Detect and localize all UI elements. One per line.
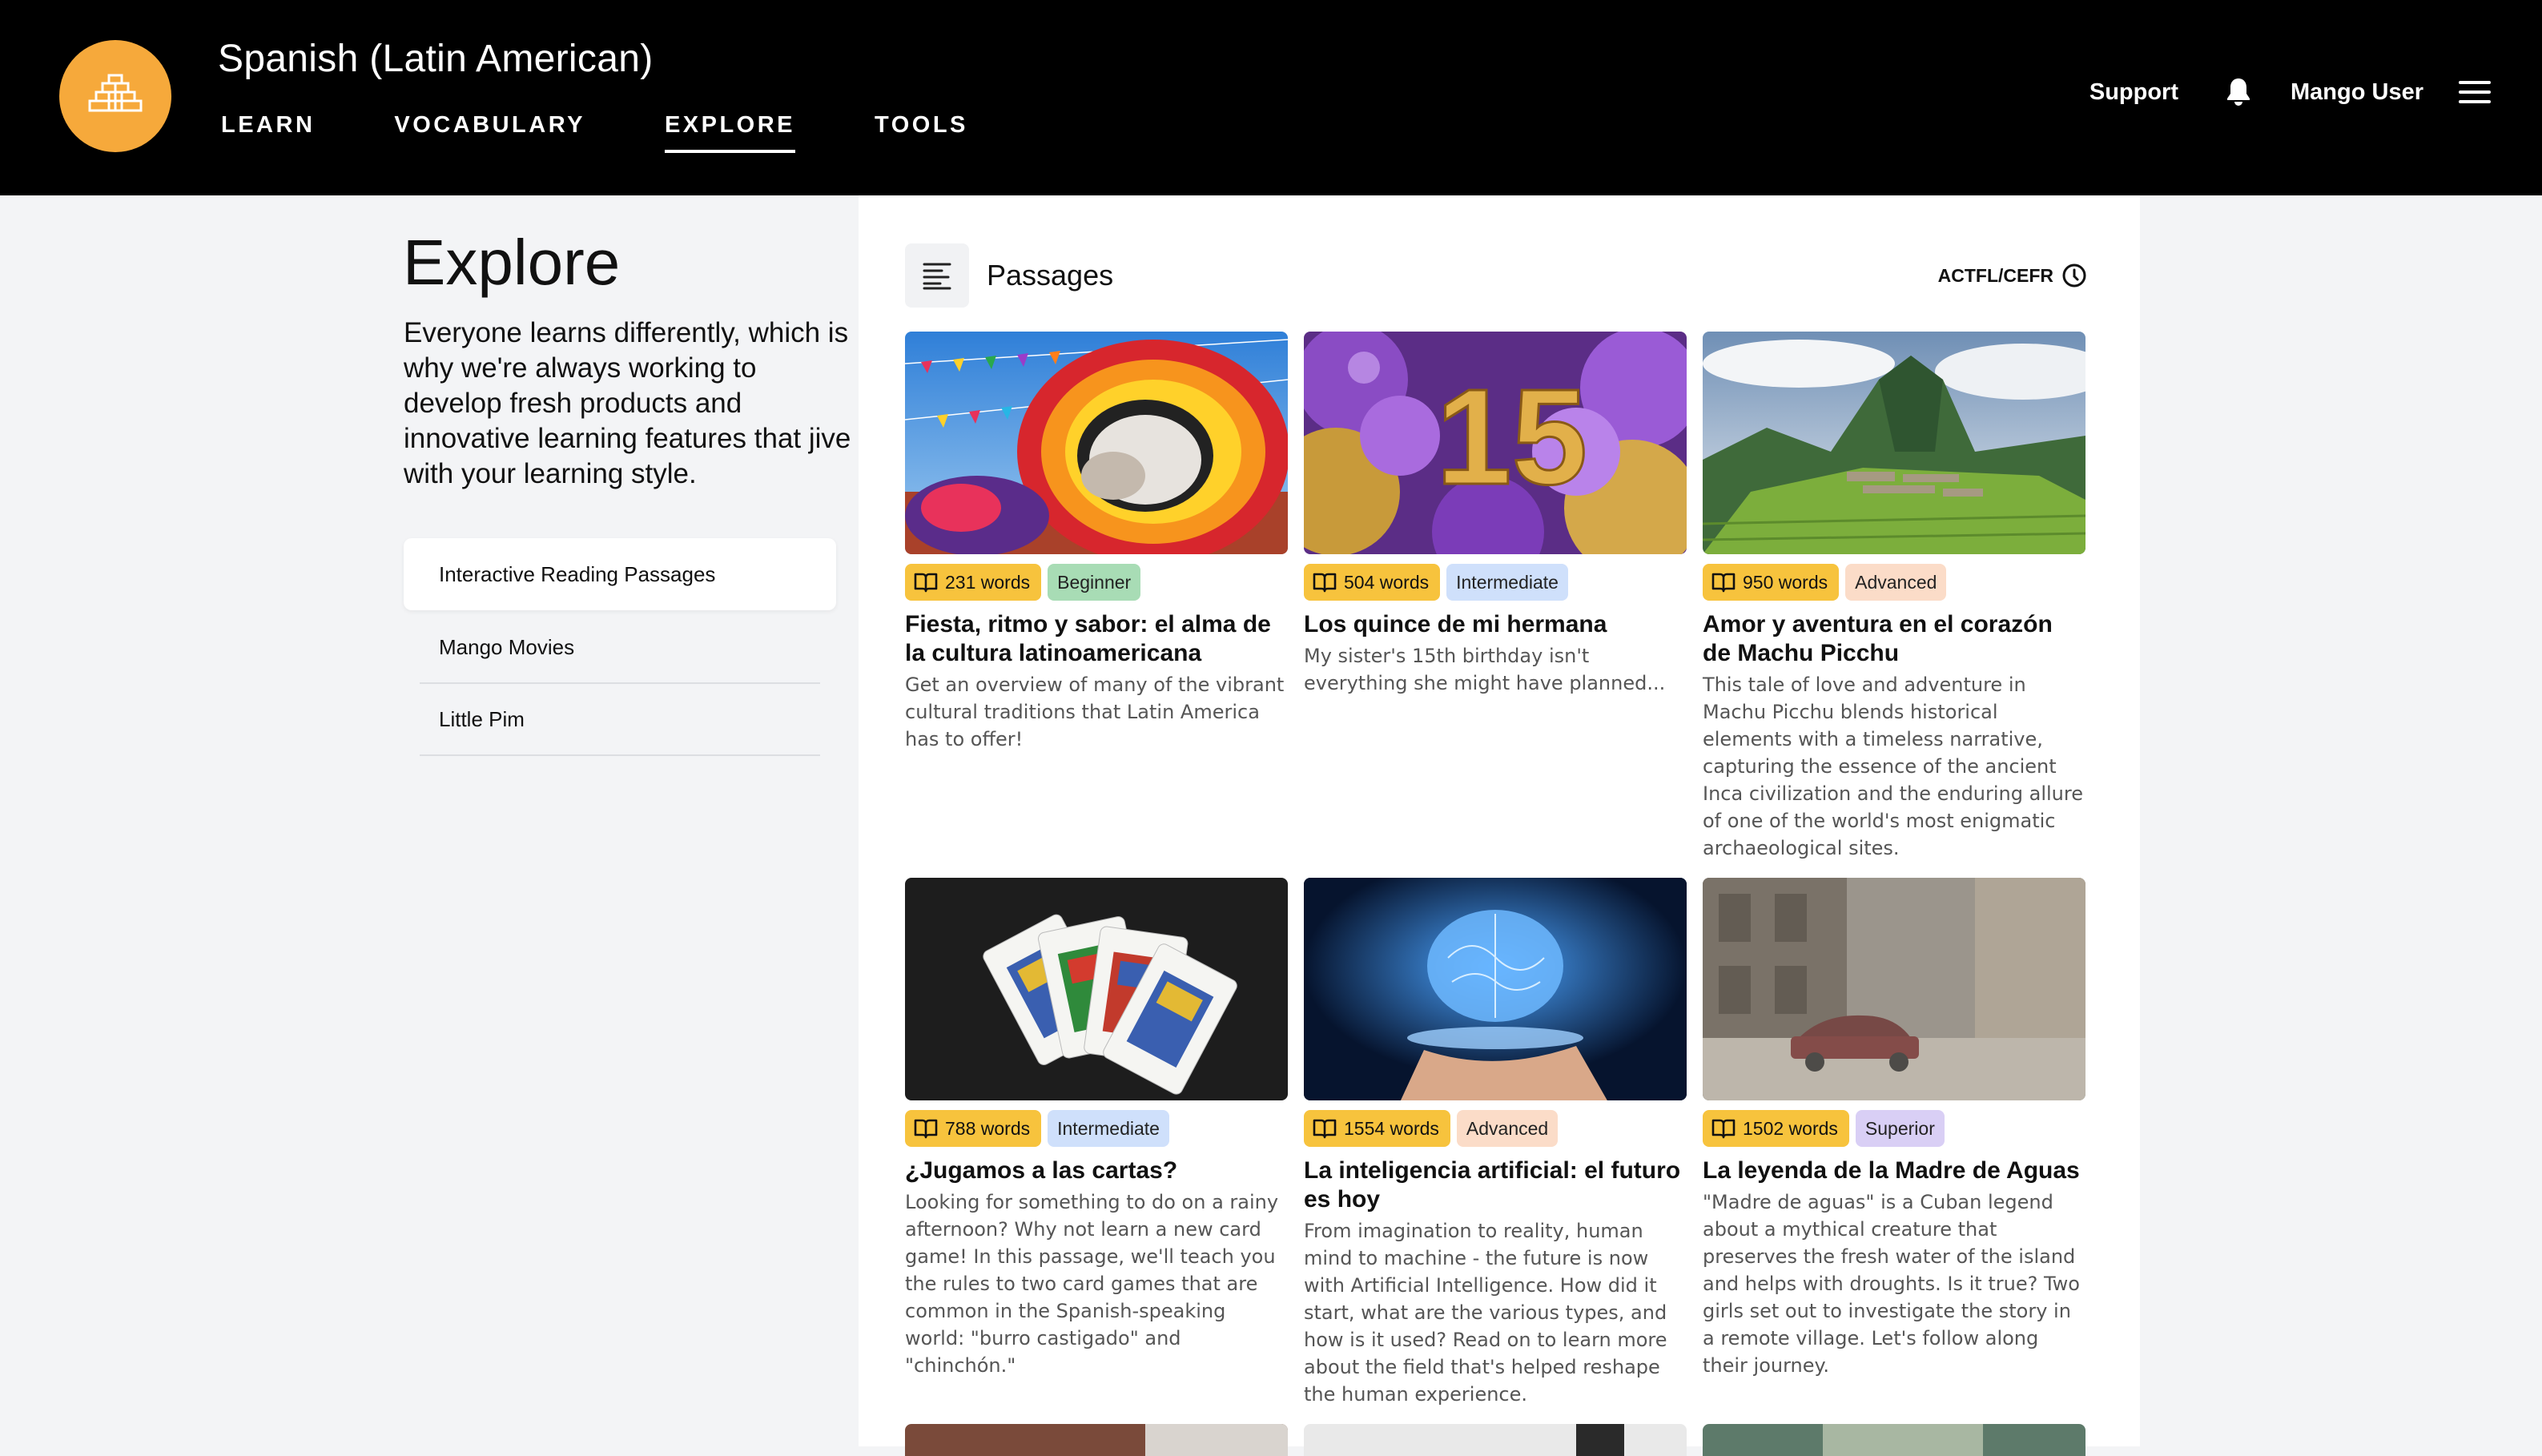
book-icon — [914, 1119, 938, 1139]
passage-thumbnail-fiesta — [905, 332, 1288, 554]
level-badge: Advanced — [1456, 1110, 1559, 1147]
passage-thumbnail — [905, 1424, 1288, 1456]
bell-icon — [2227, 78, 2250, 106]
word-count-badge: 950 words — [1703, 564, 1840, 601]
support-link[interactable]: Support — [2090, 79, 2178, 106]
header-actions: Support Mango User — [2090, 77, 2491, 107]
passage-thumbnail — [1703, 1424, 2085, 1456]
passage-title[interactable]: ¿Jugamos a las cartas? — [905, 1156, 1288, 1185]
pyramid-icon — [88, 74, 143, 112]
passage-card[interactable]: 788 words Intermediate ¿Jugamos a las ca… — [905, 878, 1288, 1408]
section-title: Passages — [987, 259, 1114, 292]
passage-title[interactable]: La leyenda de la Madre de Aguas — [1703, 1156, 2085, 1185]
info-icon[interactable] — [2061, 263, 2087, 288]
page-title: Explore — [403, 227, 621, 298]
course-title[interactable]: Spanish (Latin American) — [218, 37, 653, 81]
passage-thumbnail — [1304, 1424, 1687, 1456]
passage-card[interactable] — [1703, 1424, 2085, 1456]
passages-panel: Passages ACTFL/CEFR 231 words Beginner F… — [859, 195, 2140, 1456]
passage-title[interactable]: Fiesta, ritmo y sabor: el alma de la cul… — [905, 610, 1288, 668]
book-icon — [1711, 1119, 1736, 1139]
nav-tools[interactable]: TOOLS — [875, 112, 968, 153]
passage-description: From imagination to reality, human mind … — [1304, 1220, 1667, 1406]
nav-vocabulary[interactable]: VOCABULARY — [394, 112, 585, 153]
passage-card[interactable]: 1554 words Advanced La inteligencia arti… — [1304, 878, 1687, 1408]
passages-section-icon — [905, 243, 969, 308]
hamburger-icon[interactable] — [2459, 81, 2491, 103]
page-description: Everyone learns differently, which is wh… — [404, 317, 851, 489]
main-nav: LEARN VOCABULARY EXPLORE TOOLS — [221, 112, 1048, 153]
level-badge: Beginner — [1048, 564, 1141, 601]
level-badge: Intermediate — [1048, 1110, 1169, 1147]
book-icon — [1711, 573, 1736, 593]
passage-description: This tale of love and adventure in Machu… — [1703, 674, 2083, 859]
word-count-badge: 231 words — [905, 564, 1042, 601]
sidebar-item-mango-movies[interactable]: Mango Movies — [420, 612, 820, 684]
user-menu[interactable]: Mango User — [2291, 79, 2423, 106]
actfl-cefr-toggle[interactable]: ACTFL/CEFR — [1938, 263, 2087, 288]
word-count-badge: 1502 words — [1703, 1110, 1849, 1147]
word-count-badge: 504 words — [1304, 564, 1441, 601]
passage-card[interactable] — [905, 1424, 1288, 1456]
passage-title[interactable]: Los quince de mi hermana — [1304, 610, 1687, 639]
nav-explore[interactable]: EXPLORE — [664, 112, 796, 153]
passage-description: My sister's 15th birthday isn't everythi… — [1304, 645, 1666, 694]
notifications-button[interactable] — [2225, 77, 2252, 107]
book-icon — [914, 573, 938, 593]
passage-thumbnail-quince: 15 — [1304, 332, 1687, 554]
passage-card[interactable]: 950 words Advanced Amor y aventura en el… — [1703, 332, 2085, 862]
passage-card[interactable] — [1304, 1424, 1687, 1456]
passage-thumbnail-cartas — [905, 878, 1288, 1100]
actfl-label: ACTFL/CEFR — [1937, 264, 2053, 286]
passage-thumbnail-madre-de-aguas — [1703, 878, 2085, 1100]
text-align-left-icon — [923, 263, 951, 290]
svg-text:15: 15 — [1436, 361, 1587, 513]
explore-sidebar: Interactive Reading Passages Mango Movie… — [404, 538, 836, 756]
passage-thumbnail-machu-picchu — [1703, 332, 2085, 554]
passages-grid: 231 words Beginner Fiesta, ritmo y sabor… — [905, 332, 2090, 1456]
sidebar-item-interactive-reading[interactable]: Interactive Reading Passages — [404, 538, 836, 610]
top-header: Spanish (Latin American) LEARN VOCABULAR… — [0, 0, 2542, 195]
passage-title[interactable]: La inteligencia artificial: el futuro es… — [1304, 1156, 1687, 1214]
nav-learn[interactable]: LEARN — [221, 112, 315, 153]
sidebar-item-little-pim[interactable]: Little Pim — [420, 684, 820, 756]
passage-card[interactable]: 1502 words Superior La leyenda de la Mad… — [1703, 878, 2085, 1408]
passage-thumbnail-ai-brain — [1304, 878, 1687, 1100]
level-badge: Superior — [1855, 1110, 1945, 1147]
passage-title[interactable]: Amor y aventura en el corazón de Machu P… — [1703, 610, 2085, 668]
passage-card[interactable]: 231 words Beginner Fiesta, ritmo y sabor… — [905, 332, 1288, 862]
level-badge: Advanced — [1845, 564, 1947, 601]
passage-description: Get an overview of many of the vibrant c… — [905, 674, 1285, 750]
book-icon — [1313, 573, 1337, 593]
passage-card[interactable]: 15 504 words Intermediate Los quince de … — [1304, 332, 1687, 862]
word-count-badge: 1554 words — [1304, 1110, 1450, 1147]
word-count-badge: 788 words — [905, 1110, 1042, 1147]
mango-logo[interactable] — [59, 40, 171, 152]
book-icon — [1313, 1119, 1337, 1139]
passage-description: Looking for something to do on a rainy a… — [905, 1191, 1279, 1377]
passage-description: "Madre de aguas" is a Cuban legend about… — [1703, 1191, 2080, 1377]
level-badge: Intermediate — [1446, 564, 1568, 601]
